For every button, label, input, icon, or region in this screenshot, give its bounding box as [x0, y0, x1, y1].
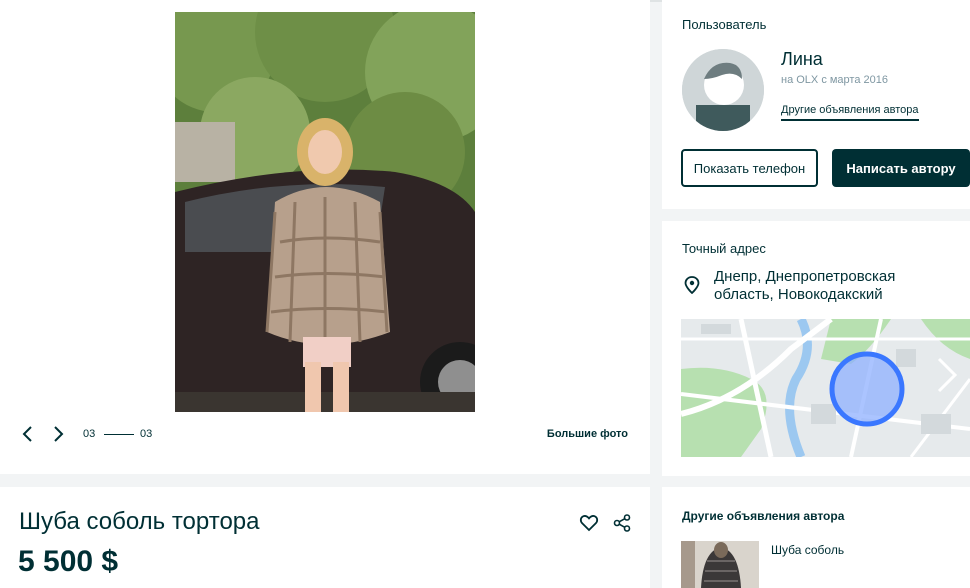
other-ads-card: Другие объявления автора Шуба соболь — [662, 487, 970, 588]
listing-photo[interactable] — [175, 12, 475, 412]
photo-counter-total: 03 — [140, 428, 153, 440]
user-section-title: Пользователь — [682, 17, 767, 32]
chevron-right-icon[interactable] — [48, 424, 68, 444]
ad-price: 5 500 $ — [18, 545, 119, 578]
chevron-left-icon[interactable] — [18, 424, 38, 444]
other-ads-title: Другие объявления автора — [682, 509, 845, 523]
share-icon[interactable] — [612, 513, 632, 533]
map-pin-icon — [684, 276, 700, 294]
write-author-button[interactable]: Написать автору — [832, 149, 970, 187]
photo-counter-current: 03 — [83, 428, 96, 440]
heart-icon[interactable] — [579, 513, 599, 533]
show-phone-button[interactable]: Показать телефон — [681, 149, 818, 187]
photo-counter-separator — [104, 434, 134, 435]
ad-details-card: Шуба соболь тортора 5 500 $ — [0, 487, 650, 588]
address-card: Точный адрес Днепр, Днепропетровская обл… — [662, 221, 970, 476]
big-photos-link[interactable]: Большие фото — [547, 428, 628, 440]
other-ad-title[interactable]: Шуба соболь — [771, 543, 844, 557]
address-text: Днепр, Днепропетровская область, Новокод… — [714, 268, 896, 303]
other-ads-link[interactable]: Другие объявления автора — [781, 104, 919, 121]
photo-gallery: 03 03 Большие фото — [0, 0, 650, 474]
user-card: Пользователь Лина на OLX с марта 2016 Др… — [662, 0, 970, 209]
other-ad-thumbnail[interactable] — [681, 541, 759, 588]
avatar — [682, 49, 764, 131]
user-name: Лина — [781, 49, 823, 69]
ad-title: Шуба соболь тортора — [19, 508, 260, 535]
location-map[interactable] — [681, 319, 970, 457]
address-section-title: Точный адрес — [682, 241, 766, 256]
user-since: на OLX с марта 2016 — [781, 74, 888, 86]
